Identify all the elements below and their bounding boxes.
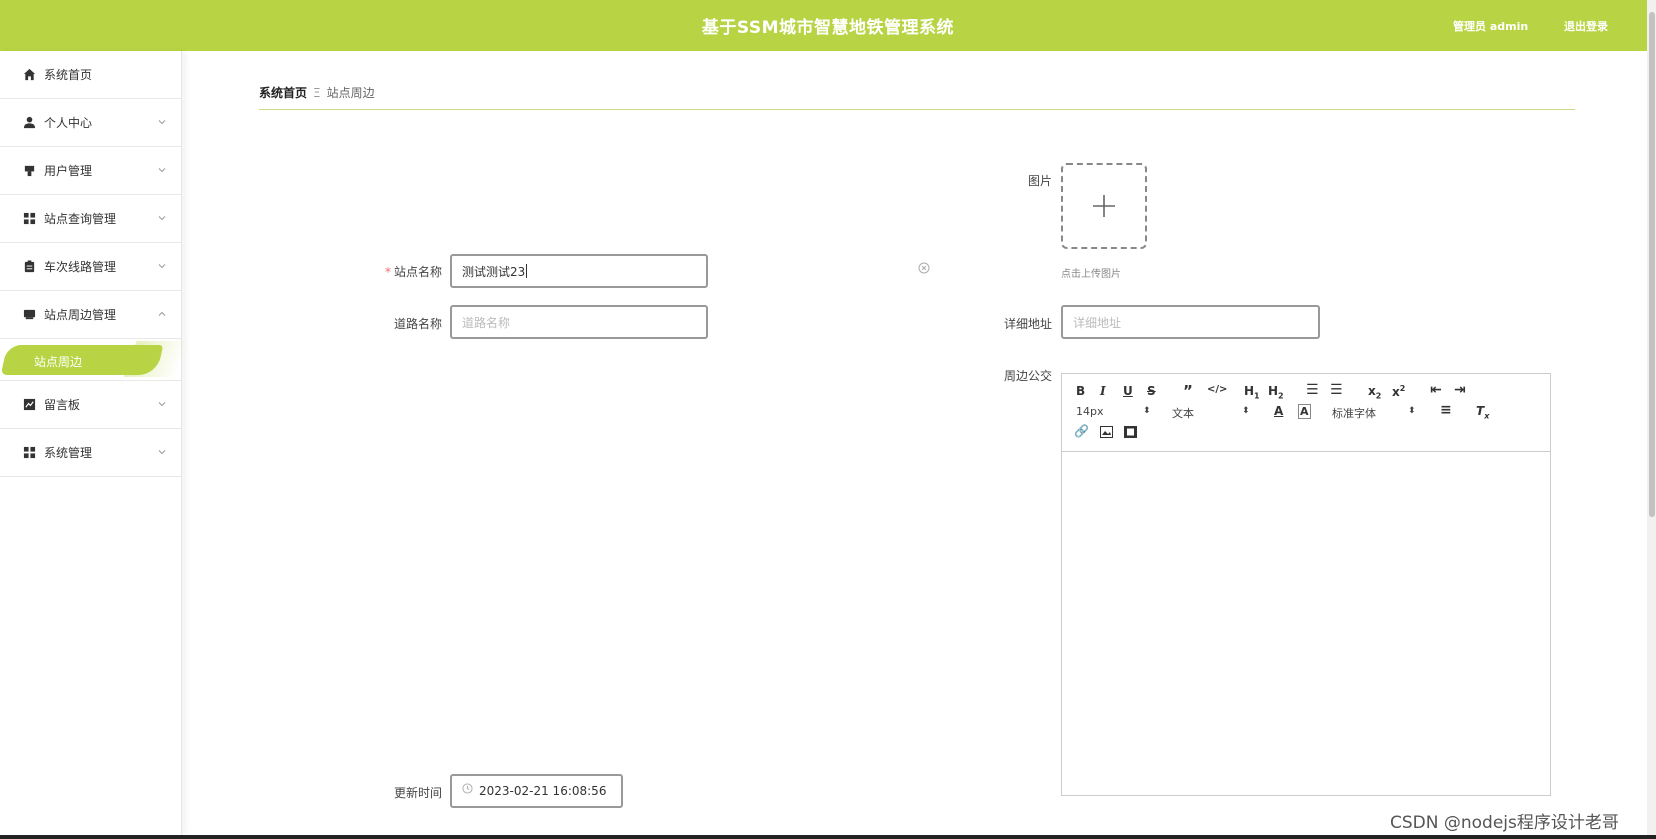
nearby-transit-label: 周边公交 <box>1003 369 1052 383</box>
clipboard-icon <box>22 260 36 274</box>
text-caret <box>526 264 528 278</box>
sidebar-subitem-station-surroundings[interactable]: 站点周边 <box>0 339 189 381</box>
blockquote-icon[interactable]: ” <box>1183 382 1193 400</box>
sidebar-item-label: 个人中心 <box>44 116 93 130</box>
sidebar-item-station-query[interactable]: 站点查询管理 <box>0 195 181 243</box>
home-icon <box>22 68 36 82</box>
grid-icon <box>22 212 36 226</box>
update-time-value: 2023-02-21 16:08:56 <box>479 784 607 798</box>
sidebar-item-station-surroundings[interactable]: 站点周边管理 <box>0 291 181 339</box>
indent-icon[interactable]: ⇥ <box>1454 382 1466 398</box>
chevron-down-icon <box>158 168 166 173</box>
app-title: 基于SSM城市智慧地铁管理系统 <box>701 18 955 38</box>
sidebar-item-label: 系统管理 <box>44 446 93 460</box>
editor-toolbar: B I U S ” </> H1 H2 ☰ ☰ x2 x2 ⇤ ⇥ 14px ⬍… <box>1062 374 1550 452</box>
user-icon <box>22 116 36 130</box>
italic-icon[interactable]: I <box>1100 384 1106 398</box>
video-icon[interactable] <box>1124 426 1137 438</box>
sidebar-item-label: 系统首页 <box>44 68 93 82</box>
grid-icon <box>22 446 36 460</box>
chevron-down-icon <box>158 402 166 407</box>
image-label: 图片 <box>1027 174 1052 188</box>
sidebar-subitem-label: 站点周边 <box>34 355 83 369</box>
station-name-value: 测试测试23 <box>462 264 526 279</box>
align-icon[interactable]: ≡ <box>1440 402 1452 418</box>
sidebar-item-profile[interactable]: 个人中心 <box>0 99 181 147</box>
sidebar-item-label: 车次线路管理 <box>44 260 117 274</box>
subscript-icon[interactable]: x2 <box>1368 384 1381 400</box>
current-user: 管理员 admin <box>1453 20 1529 33</box>
road-name-label: 道路名称 <box>393 317 442 331</box>
image-icon[interactable] <box>1100 426 1113 438</box>
station-name-label: * 站点名称 <box>370 263 442 280</box>
breadcrumb-separator-icon: Ξ <box>313 86 321 100</box>
select-arrows-icon: ⬍ <box>1408 406 1416 416</box>
upload-hint: 点击上传图片 <box>1061 269 1121 280</box>
address-label: 详细地址 <box>1003 317 1052 331</box>
scrollbar-thumb[interactable] <box>1649 12 1655 517</box>
sidebar-item-system[interactable]: 系统管理 <box>0 429 181 477</box>
chevron-up-icon <box>158 311 166 316</box>
heading2-icon[interactable]: H2 <box>1268 384 1284 400</box>
users-icon <box>22 164 36 178</box>
font-color-icon[interactable]: A <box>1274 404 1283 418</box>
image-upload-box[interactable] <box>1061 163 1147 249</box>
logout-link[interactable]: 退出登录 <box>1564 18 1608 34</box>
chevron-down-icon <box>158 216 166 221</box>
watermark: CSDN @nodejs程序设计老哥 <box>1390 813 1619 833</box>
breadcrumb-divider <box>259 109 1575 110</box>
sidebar-item-message-board[interactable]: 留言板 <box>0 381 181 429</box>
chevron-down-icon <box>158 120 166 125</box>
breadcrumb: 系统首页 Ξ 站点周边 <box>259 84 375 101</box>
superscript-icon[interactable]: x2 <box>1392 384 1405 399</box>
sidebar-item-train-routes[interactable]: 车次线路管理 <box>0 243 181 291</box>
select-arrows-icon: ⬍ <box>1242 406 1250 416</box>
sidebar-item-label: 站点周边管理 <box>44 308 117 322</box>
clock-icon <box>462 782 473 794</box>
sidebar-item-label: 站点查询管理 <box>44 212 117 226</box>
inbox-icon <box>22 308 36 322</box>
underline-icon[interactable]: U <box>1123 384 1133 398</box>
breadcrumb-home[interactable]: 系统首页 <box>259 86 307 100</box>
sidebar-item-users[interactable]: 用户管理 <box>0 147 181 195</box>
bold-icon[interactable]: B <box>1076 384 1085 398</box>
address-input[interactable]: 详细地址 <box>1061 305 1320 339</box>
breadcrumb-current: 站点周边 <box>326 86 375 100</box>
select-arrows-icon: ⬍ <box>1143 406 1151 416</box>
clear-format-icon[interactable]: Tx <box>1476 404 1489 420</box>
clear-icon[interactable] <box>918 262 930 274</box>
outdent-icon[interactable]: ⇤ <box>1430 382 1442 398</box>
sidebar-item-home[interactable]: 系统首页 <box>0 51 181 99</box>
update-time-label: 更新时间 <box>393 786 442 800</box>
station-name-input[interactable]: 测试测试23 <box>450 254 708 288</box>
chevron-down-icon <box>158 450 166 455</box>
font-size-select[interactable]: 14px <box>1076 405 1104 418</box>
sidebar-item-label: 留言板 <box>44 398 81 412</box>
font-family-select[interactable]: 标准字体 <box>1332 405 1376 421</box>
strikethrough-icon[interactable]: S <box>1147 384 1156 398</box>
bottom-bar <box>0 835 1656 839</box>
editor-content-area[interactable] <box>1062 452 1550 795</box>
bullet-list-icon[interactable]: ☰ <box>1330 382 1343 398</box>
station-name-label-text: 站点名称 <box>393 265 442 279</box>
top-header: 基于SSM城市智慧地铁管理系统 管理员 admin 退出登录 <box>0 0 1647 51</box>
link-icon[interactable]: 🔗 <box>1074 424 1089 438</box>
plus-icon <box>1093 195 1115 217</box>
chart-icon <box>22 398 36 412</box>
rich-text-editor: B I U S ” </> H1 H2 ☰ ☰ x2 x2 ⇤ ⇥ 14px ⬍… <box>1061 373 1551 796</box>
code-icon[interactable]: </> <box>1207 384 1227 395</box>
sidebar: 系统首页 个人中心 用户管理 站点查询管理 车次线路管理 站点周边管理 站点周边… <box>0 51 189 835</box>
ordered-list-icon[interactable]: ☰ <box>1306 382 1319 398</box>
text-type-select[interactable]: 文本 <box>1172 405 1194 421</box>
heading1-icon[interactable]: H1 <box>1244 384 1260 400</box>
sidebar-item-label: 用户管理 <box>44 164 93 178</box>
update-time-input[interactable]: 2023-02-21 16:08:56 <box>450 774 623 808</box>
required-marker: * <box>384 265 391 279</box>
chevron-down-icon <box>158 264 166 269</box>
road-name-input[interactable]: 道路名称 <box>450 305 708 339</box>
background-color-icon[interactable]: A <box>1298 404 1311 419</box>
